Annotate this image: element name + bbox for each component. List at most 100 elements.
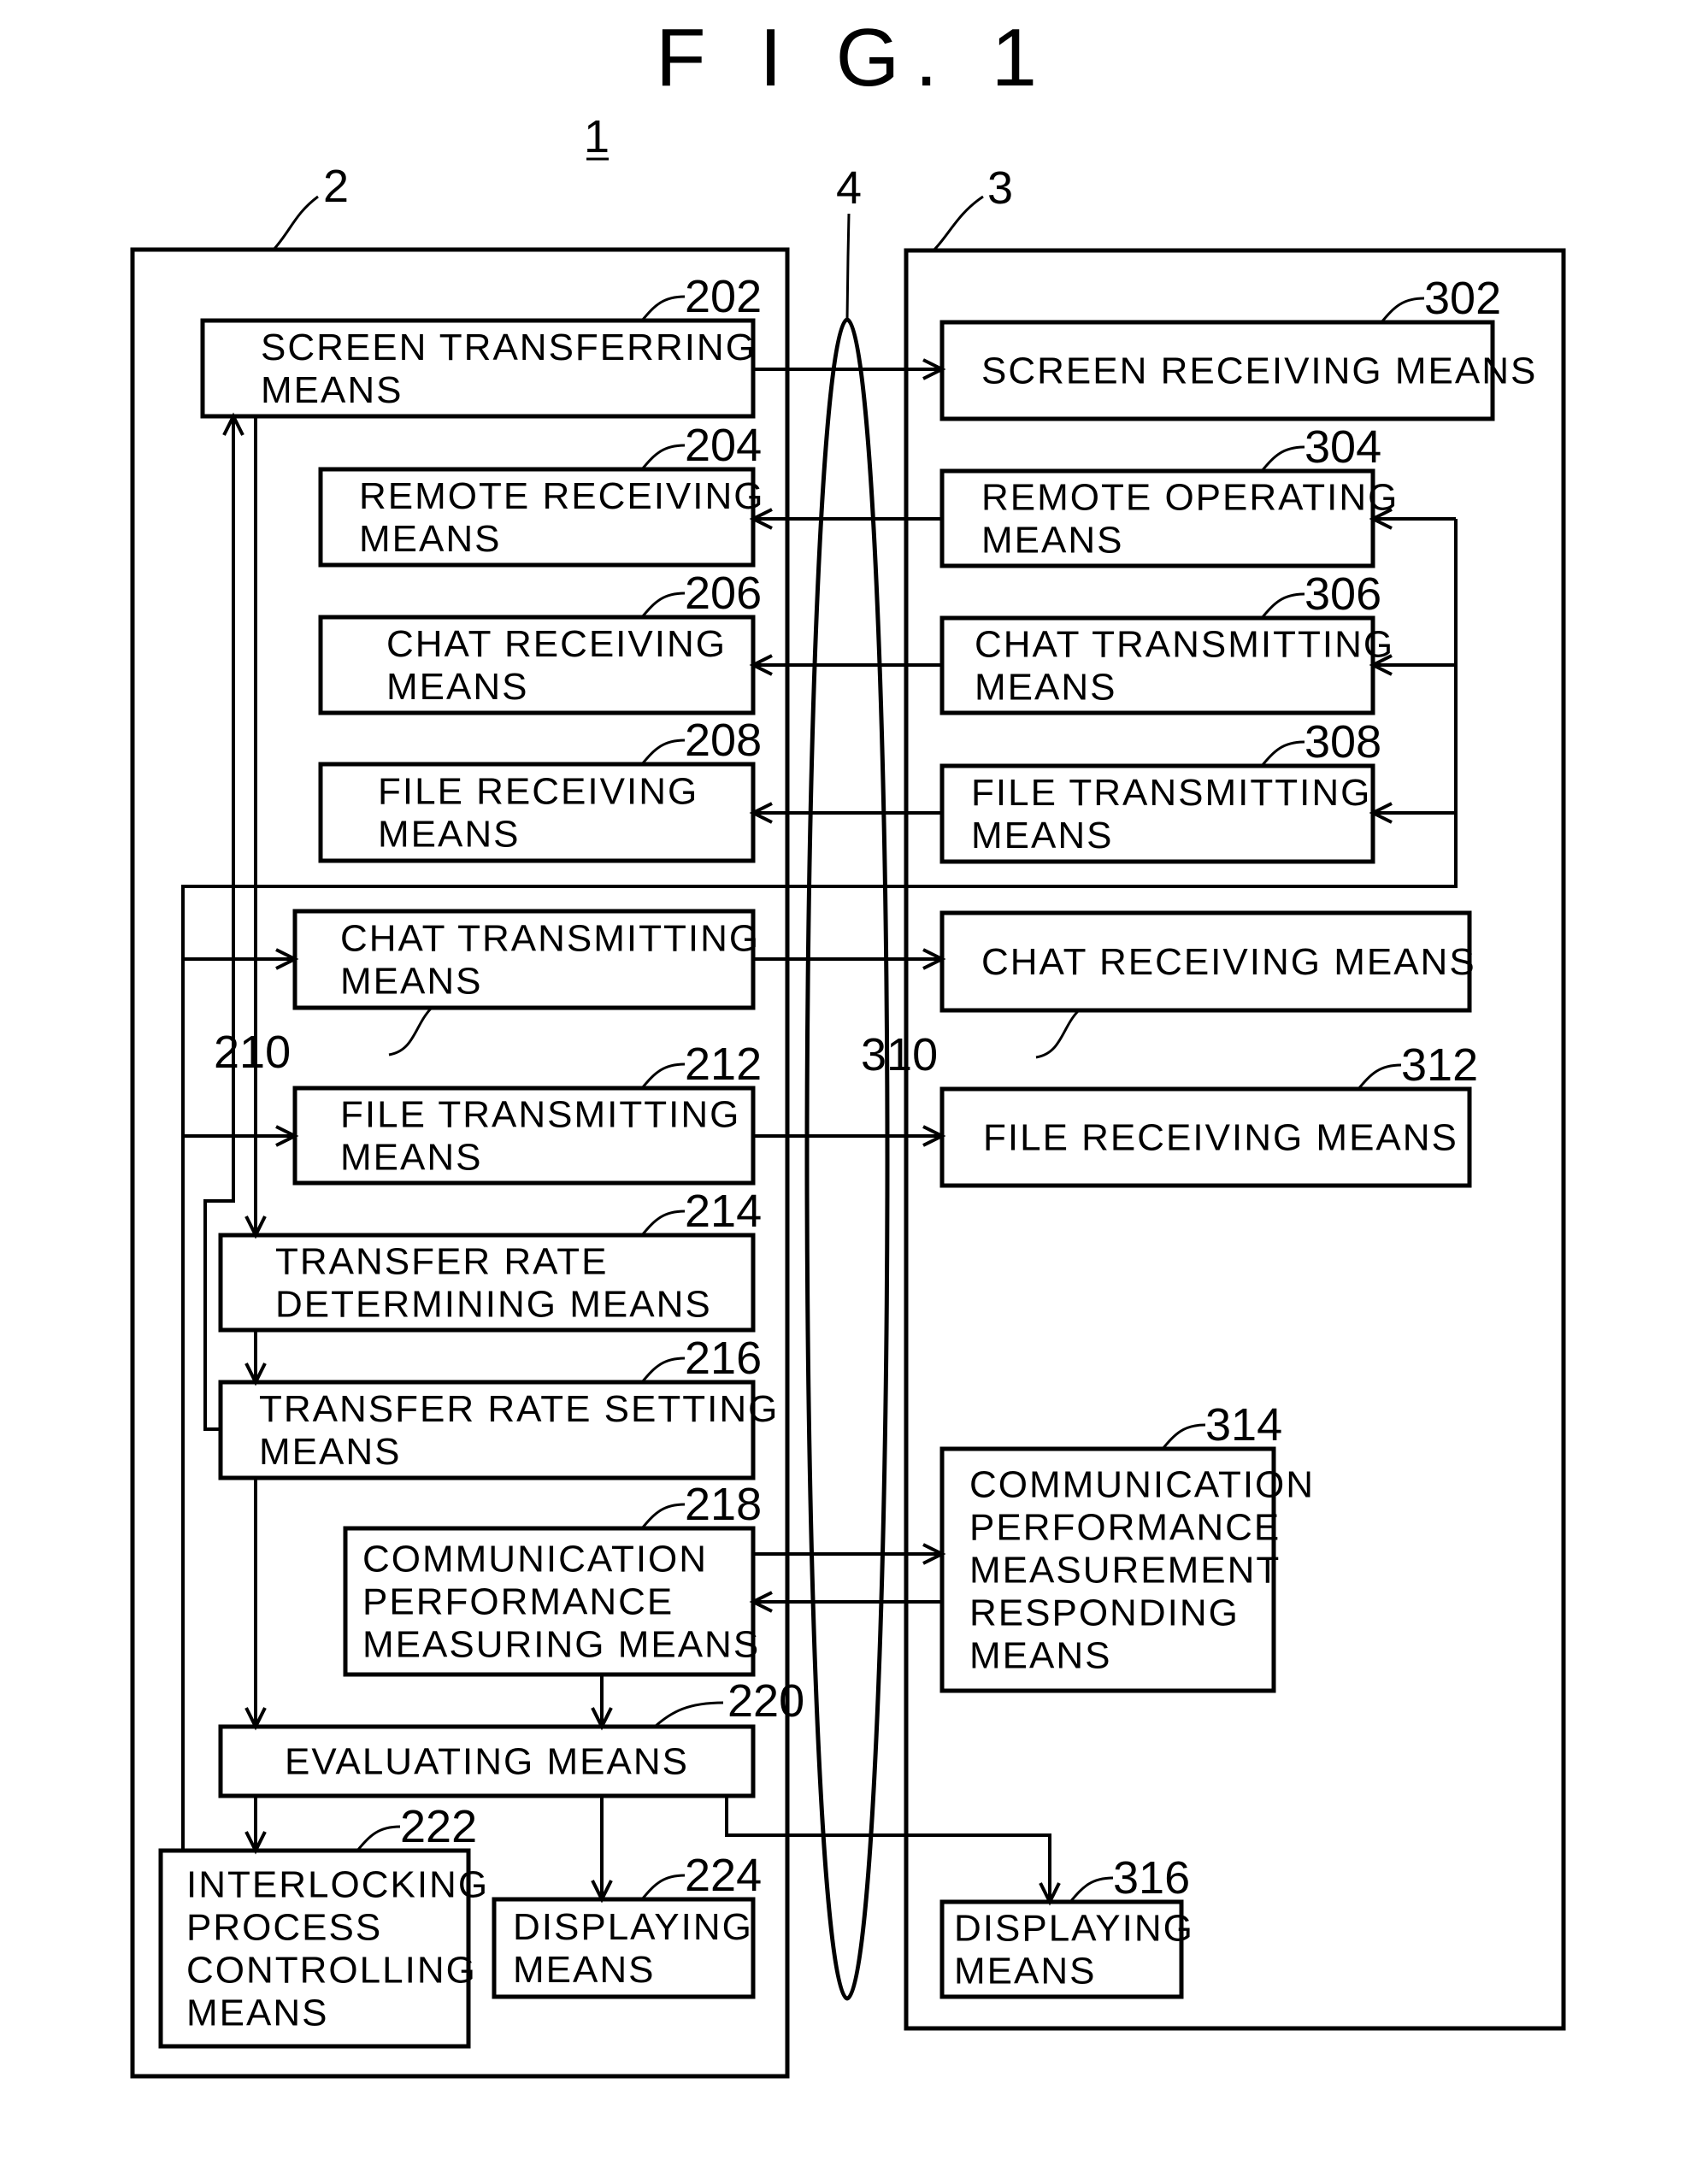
ref-leader xyxy=(640,1209,686,1236)
block-214: TRANSFER RATEDETERMINING MEANS 214 xyxy=(218,1186,762,1333)
block-316: DISPLAYINGMEANS 316 xyxy=(939,1852,1194,1999)
block-label-line: FILE TRANSMITTING xyxy=(971,772,1371,814)
ref-numeral: 208 xyxy=(685,715,762,766)
block-label-line: FILE RECEIVING MEANS xyxy=(983,1117,1458,1159)
ref-numeral: 212 xyxy=(685,1039,762,1090)
block-206: CHAT RECEIVINGMEANS 206 xyxy=(318,568,762,715)
right-device-ref: 3 xyxy=(987,162,1013,214)
ref-numeral: 210 xyxy=(214,1027,291,1078)
ref-numeral: 308 xyxy=(1305,716,1381,768)
ref-leader xyxy=(640,444,686,470)
block-202: SCREEN TRANSFERRINGMEANS 202 xyxy=(200,271,762,419)
block-218: COMMUNICATIONPERFORMANCEMEASURING MEANS 2… xyxy=(343,1479,762,1677)
network-leader xyxy=(845,213,851,321)
block-label-line: MEANS xyxy=(259,1431,401,1473)
block-210: CHAT TRANSMITTINGMEANS 210 xyxy=(214,909,758,1078)
ref-numeral: 306 xyxy=(1305,568,1381,620)
ref-numeral: 204 xyxy=(685,420,762,471)
wire-220-316 xyxy=(725,1796,1051,1902)
block-224: DISPLAYINGMEANS 224 xyxy=(492,1850,762,1999)
ref-numeral: 218 xyxy=(685,1479,762,1530)
block-212: FILE TRANSMITTINGMEANS 212 xyxy=(292,1039,762,1186)
block-label-line: MEANS xyxy=(975,667,1116,709)
left-device-ref: 2 xyxy=(323,161,349,212)
block-label-line: COMMUNICATION xyxy=(969,1464,1315,1506)
ref-leader xyxy=(640,1357,686,1383)
block-label-line: MEANS xyxy=(971,815,1113,856)
block-label-line: MEANS xyxy=(261,369,403,411)
ref-numeral: 216 xyxy=(685,1333,762,1384)
network-ref: 4 xyxy=(836,162,862,214)
ref-numeral: 312 xyxy=(1401,1039,1478,1091)
left-device-leader xyxy=(272,195,319,251)
ref-leader xyxy=(356,1825,401,1851)
ref-leader xyxy=(1161,1423,1206,1450)
block-label-line: COMMUNICATION xyxy=(362,1539,708,1580)
block-label-line: MEANS xyxy=(378,814,520,856)
ref-numeral: 206 xyxy=(685,568,762,619)
block-208: FILE RECEIVINGMEANS 208 xyxy=(318,715,762,863)
block-220: EVALUATING MEANS 220 xyxy=(218,1675,804,1798)
ref-numeral: 310 xyxy=(861,1029,938,1080)
ref-numeral: 202 xyxy=(685,271,762,322)
ref-leader xyxy=(653,1701,724,1728)
block-label-line: MEANS xyxy=(513,1949,655,1991)
ref-numeral: 224 xyxy=(685,1850,762,1901)
ref-numeral: 302 xyxy=(1424,273,1501,324)
block-label-line: CHAT RECEIVING xyxy=(386,623,727,665)
block-204: REMOTE RECEIVINGMEANS 204 xyxy=(318,420,763,568)
ref-leader xyxy=(640,1503,686,1529)
ref-leader xyxy=(640,739,686,765)
block-304: REMOTE OPERATINGMEANS 304 xyxy=(939,421,1399,568)
block-label-line: CHAT TRANSMITTING xyxy=(975,624,1394,666)
block-310: CHAT RECEIVING MEANS 310 xyxy=(861,910,1476,1080)
block-label-line: DISPLAYING xyxy=(513,1906,753,1948)
block-label-line: MEASUREMENT xyxy=(969,1550,1281,1592)
block-216: TRANSFER RATE SETTINGMEANS 216 xyxy=(218,1333,779,1480)
block-306: CHAT TRANSMITTINGMEANS 306 xyxy=(939,568,1394,715)
block-label-line: MEANS xyxy=(340,1137,482,1179)
block-label-line: SCREEN RECEIVING MEANS xyxy=(981,350,1537,392)
network-ellipse xyxy=(804,317,890,2001)
ref-leader xyxy=(640,1062,686,1089)
ref-numeral: 222 xyxy=(400,1801,477,1852)
ref-leader xyxy=(640,1874,686,1900)
ref-leader xyxy=(1357,1063,1402,1090)
ref-leader xyxy=(640,591,686,618)
block-label-line: REMOTE OPERATING xyxy=(981,477,1399,519)
block-label-line: MEANS xyxy=(340,961,482,1003)
block-314: COMMUNICATIONPERFORMANCEMEASUREMENTRESPO… xyxy=(939,1399,1315,1693)
ref-leader xyxy=(388,1006,433,1056)
ref-leader xyxy=(1069,1876,1114,1903)
ref-numeral: 214 xyxy=(685,1186,762,1237)
block-label-line: SCREEN TRANSFERRING xyxy=(261,327,757,368)
block-diagram: F I G. 1 1 2 3 4 SCREEN TRANSFERRINGMEAN… xyxy=(130,12,1566,2079)
block-label-line: RESPONDING xyxy=(969,1592,1240,1634)
block-label-line: MEANS xyxy=(359,518,501,560)
ref-numeral: 314 xyxy=(1205,1399,1282,1451)
block-label-line: TRANSFER RATE xyxy=(275,1241,608,1283)
block-label-line: PERFORMANCE xyxy=(362,1581,674,1623)
block-label-line: FILE TRANSMITTING xyxy=(340,1094,740,1136)
ref-leader xyxy=(1260,740,1305,767)
block-222: INTERLOCKINGPROCESSCONTROLLINGMEANS 222 xyxy=(158,1801,489,2049)
ref-leader xyxy=(1035,1009,1081,1059)
block-label-line: MEANS xyxy=(981,520,1123,562)
block-label-line: DETERMINING MEANS xyxy=(275,1284,712,1326)
block-label-line: MEANS xyxy=(186,1992,328,2034)
ref-leader xyxy=(640,295,686,321)
figure-title: F I G. 1 xyxy=(656,12,1052,103)
block-308: FILE TRANSMITTINGMEANS 308 xyxy=(939,716,1381,864)
block-label-line: MEANS xyxy=(969,1635,1111,1677)
ref-numeral: 220 xyxy=(727,1675,804,1727)
block-label-line: DISPLAYING xyxy=(954,1908,1194,1950)
block-label-line: PROCESS xyxy=(186,1907,382,1949)
block-label-line: INTERLOCKING xyxy=(186,1864,489,1906)
right-device-leader xyxy=(932,195,984,252)
block-label-line: TRANSFER RATE SETTING xyxy=(259,1388,779,1430)
block-302: SCREEN RECEIVING MEANS 302 xyxy=(939,273,1537,421)
block-label-line: CHAT RECEIVING MEANS xyxy=(981,941,1476,983)
ref-leader xyxy=(1260,445,1305,472)
ref-leader xyxy=(1260,592,1305,619)
ref-numeral: 316 xyxy=(1113,1852,1190,1904)
